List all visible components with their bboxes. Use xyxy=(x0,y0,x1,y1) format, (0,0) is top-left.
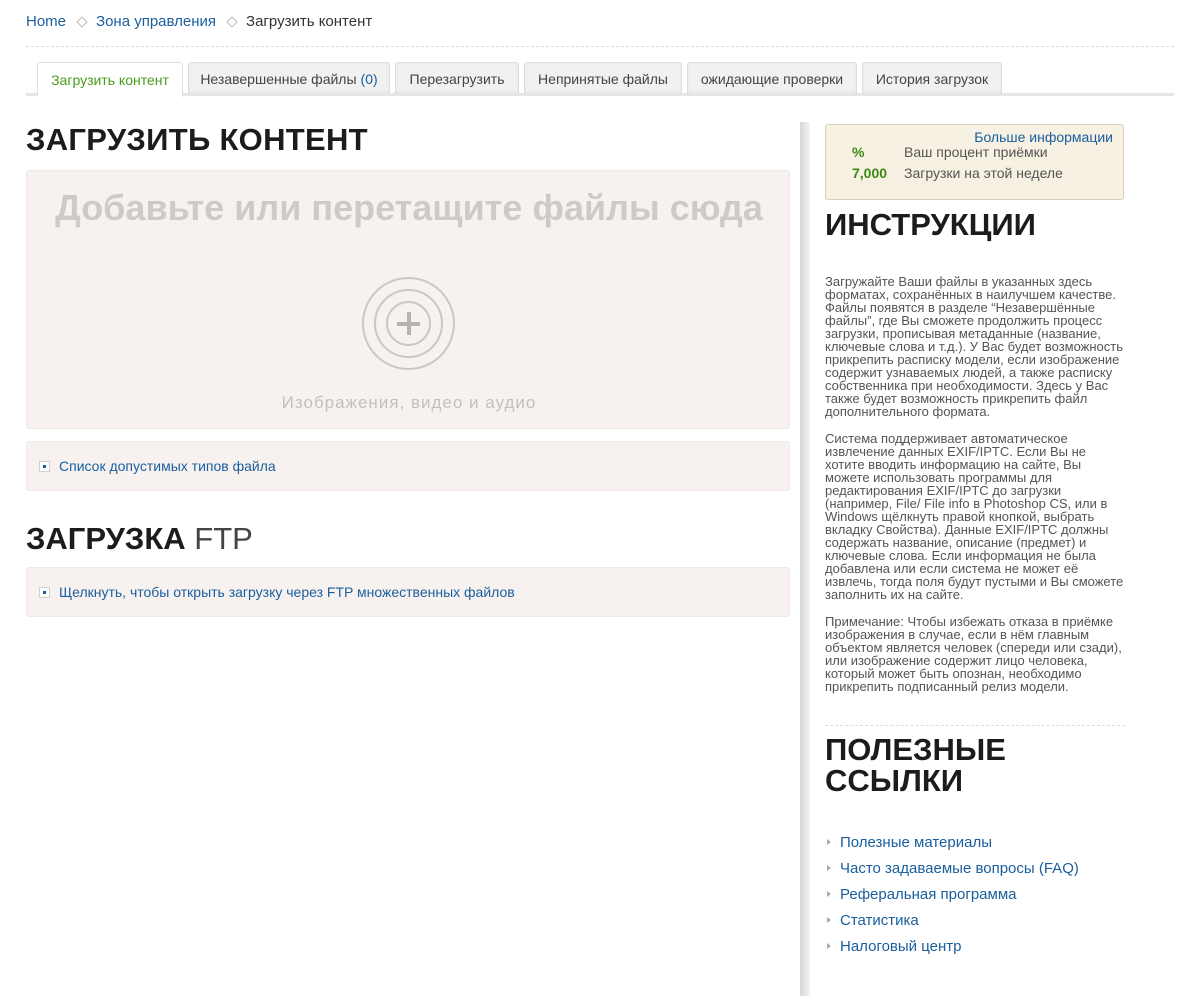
acceptance-rate-value: % xyxy=(852,144,865,160)
tab-unfinished-files[interactable]: Незавершенные файлы (0) xyxy=(188,62,390,94)
tab-label: Перезагрузить xyxy=(409,70,505,87)
tab-pending-review[interactable]: ожидающие проверки xyxy=(687,62,857,94)
tab-label: Загрузить контент xyxy=(51,72,169,88)
instructions-paragraph: Система поддерживает автоматическое извл… xyxy=(825,431,1124,602)
tab-label: Непринятые файлы xyxy=(538,70,668,87)
sidebar-divider xyxy=(800,122,810,996)
breadcrumb-divider xyxy=(26,46,1174,47)
useful-links-list: Полезные материалы Часто задаваемые вопр… xyxy=(825,829,1079,959)
ftp-upload-box: Щелкнуть, чтобы открыть загрузку через F… xyxy=(26,567,790,617)
file-dropzone[interactable]: Добавьте или перетащите файлы сюда Изобр… xyxy=(26,170,790,429)
acceptance-rate-row: % Ваш процент приёмки xyxy=(852,144,1048,160)
ftp-heading: ЗАГРУЗКА FTP xyxy=(26,521,253,557)
tab-label: ожидающие проверки xyxy=(700,70,844,87)
acceptance-rate-label: Ваш процент приёмки xyxy=(904,144,1048,160)
breadcrumb: Home Зона управления Загрузить контент xyxy=(26,13,372,30)
expand-icon[interactable] xyxy=(39,586,50,598)
plus-icon xyxy=(397,312,420,335)
tab-reupload[interactable]: Перезагрузить xyxy=(395,62,519,94)
list-item: Налоговый центр xyxy=(825,933,1079,959)
upload-tabs: Загрузить контент Незавершенные файлы (0… xyxy=(26,62,1174,97)
useful-link[interactable]: Налоговый центр xyxy=(840,938,961,955)
breadcrumb-separator-icon xyxy=(226,15,238,28)
weekly-uploads-row: 7,000 Загрузки на этой неделе xyxy=(852,165,1063,181)
breadcrumb-separator-icon xyxy=(76,15,88,28)
stats-box: Больше информации % Ваш процент приёмки … xyxy=(825,124,1124,200)
useful-link[interactable]: Часто задаваемые вопросы (FAQ) xyxy=(840,860,1079,877)
arrow-right-icon xyxy=(827,943,831,949)
expand-icon[interactable] xyxy=(39,460,50,472)
ftp-upload-link[interactable]: Щелкнуть, чтобы открыть загрузку через F… xyxy=(59,584,515,600)
file-types-link[interactable]: Список допустимых типов файла xyxy=(59,458,276,474)
tab-upload-content[interactable]: Загрузить контент xyxy=(37,62,183,97)
tab-label: История загрузок xyxy=(875,70,989,87)
file-types-box: Список допустимых типов файла xyxy=(26,441,790,491)
sidebar-section-divider xyxy=(825,725,1125,726)
dropzone-subtitle: Изображения, видео и аудио xyxy=(281,393,537,412)
ftp-heading-light: FTP xyxy=(194,521,253,556)
list-item: Часто задаваемые вопросы (FAQ) xyxy=(825,855,1079,881)
tab-upload-history[interactable]: История загрузок xyxy=(862,62,1002,94)
list-item: Полезные материалы xyxy=(825,829,1079,855)
tab-rejected-files[interactable]: Непринятые файлы xyxy=(524,62,682,94)
list-item: Реферальная программа xyxy=(825,881,1079,907)
arrow-right-icon xyxy=(827,917,831,923)
breadcrumb-management-link[interactable]: Зона управления xyxy=(96,13,216,30)
instructions-paragraph: Примечание: Чтобы избежать отказа в приё… xyxy=(825,614,1122,694)
list-item: Статистика xyxy=(825,907,1079,933)
tab-count-badge: (0) xyxy=(360,70,378,87)
instructions-text: Загружайте Ваши файлы в указанных здесь … xyxy=(825,275,1125,707)
arrow-right-icon xyxy=(827,839,831,845)
tab-label: Незавершенные файлы xyxy=(200,70,357,87)
weekly-uploads-value: 7,000 xyxy=(852,165,888,181)
page-title: ЗАГРУЗИТЬ КОНТЕНТ xyxy=(26,122,368,157)
more-info-link[interactable]: Больше информации xyxy=(974,129,1113,145)
arrow-right-icon xyxy=(827,865,831,871)
instructions-paragraph: Загружайте Ваши файлы в указанных здесь … xyxy=(825,274,1124,419)
dropzone-title: Добавьте или перетащите файлы сюда xyxy=(55,187,763,228)
breadcrumb-home-link[interactable]: Home xyxy=(26,13,66,30)
useful-links-heading: ПОЛЕЗНЫЕ ССЫЛКИ xyxy=(825,732,1006,798)
instructions-heading: ИНСТРУКЦИИ xyxy=(825,207,1036,242)
arrow-right-icon xyxy=(827,891,831,897)
useful-link[interactable]: Реферальная программа xyxy=(840,886,1016,903)
useful-link[interactable]: Полезные материалы xyxy=(840,834,992,851)
breadcrumb-current: Загрузить контент xyxy=(246,13,373,30)
ftp-heading-strong: ЗАГРУЗКА xyxy=(26,521,186,556)
weekly-uploads-label: Загрузки на этой неделе xyxy=(904,165,1063,181)
useful-link[interactable]: Статистика xyxy=(840,912,919,929)
